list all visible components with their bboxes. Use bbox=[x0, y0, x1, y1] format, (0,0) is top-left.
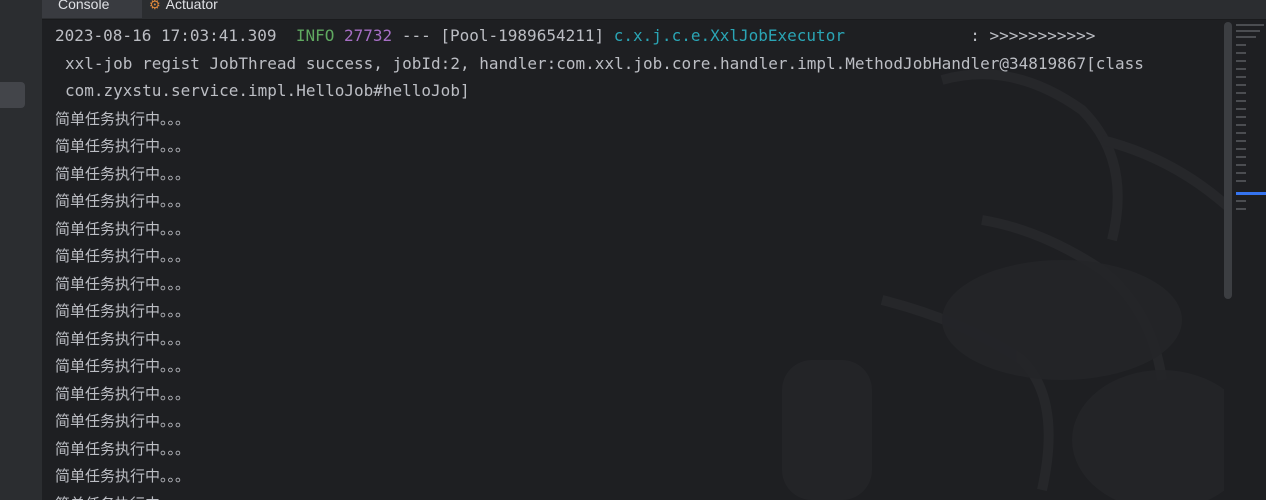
task-log-line: 简单任务执行中。。。 bbox=[55, 325, 190, 353]
minimap[interactable] bbox=[1236, 22, 1266, 222]
task-log-line: 简单任务执行中。。。 bbox=[55, 462, 190, 490]
task-log-text: 简单任务执行中。。。 bbox=[55, 467, 191, 485]
task-log-text: 简单任务执行中。。。 bbox=[55, 439, 191, 458]
task-log-text: 简单任务执行中。。。 bbox=[55, 219, 191, 238]
task-log-line: 简单任务执行中。。。 bbox=[55, 242, 190, 270]
task-log-line: 简单任务执行中 bbox=[55, 490, 160, 500]
task-log-line: 简单任务执行中。。。 bbox=[55, 435, 190, 463]
log-logger[interactable]: c.x.j.c.e.XxlJobExecutor bbox=[614, 26, 845, 45]
console-output[interactable]: 2023-08-16 17:03:41.309 INFO 27732 --- [… bbox=[42, 20, 1224, 500]
log-arrow: : >>>>>>>>>>> bbox=[970, 26, 1096, 45]
log-separator: --- bbox=[401, 26, 431, 45]
task-log-text: 简单任务执行中。。。 bbox=[55, 247, 191, 265]
background-artwork bbox=[782, 69, 1224, 500]
task-log-line: 简单任务执行中。。。 bbox=[55, 352, 190, 380]
task-log-line: 简单任务执行中。。。 bbox=[55, 270, 190, 298]
task-log-line: 简单任务执行中。。。 bbox=[55, 297, 190, 325]
gutter-tab[interactable] bbox=[0, 82, 25, 108]
left-gutter bbox=[0, 0, 43, 500]
task-log-text: 简单任务执行中 bbox=[55, 495, 160, 500]
tab-actuator-label: Actuator bbox=[165, 0, 218, 12]
console-window: Console ⚙ Actuator 2023-08-16 17:03:41.30… bbox=[0, 0, 1266, 500]
task-log-text: 简单任务执行中。。。 bbox=[55, 164, 191, 183]
task-log-text: 简单任务执行中。。。 bbox=[55, 274, 191, 293]
tab-actuator[interactable]: ⚙ Actuator bbox=[147, 0, 218, 18]
task-log-text: 简单任务执行中。。。 bbox=[55, 192, 191, 210]
task-log-line: 简单任务执行中。。。 bbox=[55, 160, 190, 188]
tab-console[interactable]: Console bbox=[42, 0, 142, 18]
task-log-text: 简单任务执行中。。。 bbox=[55, 109, 191, 128]
task-log-line: 简单任务执行中。。。 bbox=[55, 380, 190, 408]
minimap-caret-marker bbox=[1236, 192, 1266, 195]
log-thread: [Pool-1989654211] bbox=[440, 26, 605, 45]
log-pid: 27732 bbox=[344, 26, 393, 45]
task-log-line: 简单任务执行中。。。 bbox=[55, 187, 190, 215]
log-line-header: 2023-08-16 17:03:41.309 INFO 27732 --- [… bbox=[55, 22, 1095, 50]
task-log-line: 简单任务执行中。。。 bbox=[55, 105, 190, 133]
log-timestamp: 2023-08-16 17:03:41.309 bbox=[55, 26, 277, 45]
task-log-text: 简单任务执行中。。。 bbox=[55, 302, 191, 320]
task-log-text: 简单任务执行中。。。 bbox=[55, 412, 191, 430]
scrollbar-thumb[interactable] bbox=[1224, 22, 1232, 299]
task-log-line: 简单任务执行中。。。 bbox=[55, 407, 190, 435]
log-line-continuation: xxl-job regist JobThread success, jobId:… bbox=[65, 53, 1144, 73]
task-log-line: 简单任务执行中。。。 bbox=[55, 215, 190, 243]
task-log-text: 简单任务执行中。。。 bbox=[55, 329, 191, 348]
task-log-text: 简单任务执行中。。。 bbox=[55, 357, 191, 375]
log-level: INFO bbox=[295, 26, 335, 45]
actuator-icon: ⚙ bbox=[149, 0, 161, 12]
tab-console-label: Console bbox=[58, 0, 110, 12]
task-log-line: 简单任务执行中。。。 bbox=[55, 132, 190, 160]
log-line-continuation: com.zyxstu.service.impl.HelloJob#helloJo… bbox=[65, 81, 470, 100]
tool-window-tabs: Console ⚙ Actuator bbox=[42, 0, 1266, 20]
task-log-text: 简单任务执行中。。。 bbox=[55, 137, 191, 155]
task-log-text: 简单任务执行中。。。 bbox=[55, 384, 191, 403]
